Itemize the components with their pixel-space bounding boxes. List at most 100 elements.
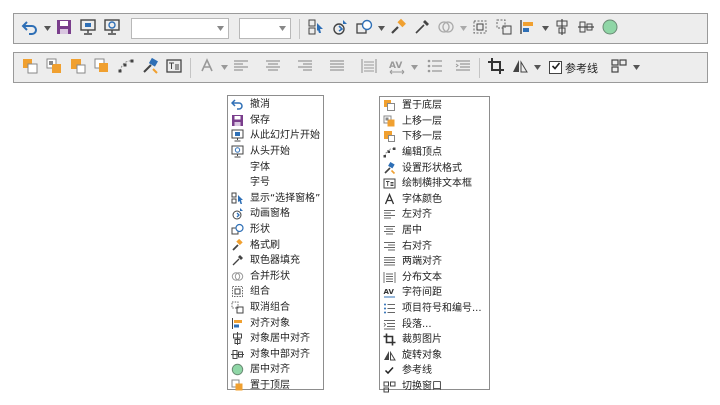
menu-item-bring-forward[interactable]: 上移一层 [380, 114, 489, 130]
distribute-text-button[interactable] [358, 57, 380, 79]
merge-shapes-dropdown[interactable] [459, 18, 467, 40]
align-center-button[interactable] [551, 18, 573, 40]
menu-item-font[interactable]: 字体 [228, 159, 323, 175]
animation-pane-button[interactable] [329, 18, 351, 40]
bullets-button[interactable] [424, 57, 446, 79]
selection-pane-button[interactable] [305, 18, 327, 40]
menu-item-distribute-text[interactable]: 分布文本 [380, 270, 489, 286]
menu-item-font-size[interactable]: 字号 [228, 175, 323, 191]
menu-item-font-color[interactable]: 字体颜色 [380, 192, 489, 208]
undo-button[interactable] [19, 18, 41, 40]
font-color-button[interactable] [196, 57, 218, 79]
menu-item-align-objects[interactable]: 对齐对象 [228, 315, 323, 331]
shapes-dropdown[interactable] [377, 18, 385, 40]
menu-item-text-box[interactable]: 绘制横排文本框 [380, 176, 489, 192]
menu-item-align-left[interactable]: 左对齐 [380, 207, 489, 223]
menu-item-shapes[interactable]: 形状 [228, 222, 323, 238]
menu-item-merge-shapes[interactable]: 合并形状 [228, 269, 323, 285]
guides-checkbox[interactable] [549, 61, 562, 74]
menu-item-align-center[interactable]: 对象居中对齐 [228, 331, 323, 347]
character-spacing-icon: AV [388, 57, 406, 78]
animation-pane-icon [331, 18, 349, 39]
font-color-dropdown[interactable] [220, 57, 228, 79]
format-painter-button[interactable] [387, 18, 409, 40]
menu-item-paragraph[interactable]: 段落... [380, 316, 489, 332]
menu-item-rotate[interactable]: 旋转对象 [380, 348, 489, 364]
menu-item-selection-pane[interactable]: 显示“选择窗格” [228, 191, 323, 207]
align-objects-button[interactable] [517, 18, 539, 40]
bring-to-front-button[interactable] [91, 57, 113, 79]
merge-shapes-button[interactable] [435, 18, 457, 40]
menu-item-switch-windows[interactable]: 切换窗口 [380, 379, 489, 395]
guides-toggle[interactable]: 参考线 [547, 57, 600, 79]
menu-item-send-backward[interactable]: 下移一层 [380, 129, 489, 145]
align-objects-dropdown[interactable] [541, 18, 549, 40]
menu-item-center-align[interactable]: 居中对齐 [228, 362, 323, 378]
shapes-button[interactable] [353, 18, 375, 40]
menu-item-crop[interactable]: 裁剪图片 [380, 332, 489, 348]
menu-item-slideshow-from-start[interactable]: 从头开始 [228, 144, 323, 160]
align-middle-button[interactable] [575, 18, 597, 40]
slideshow-from-current-icon [229, 128, 245, 143]
save-button[interactable] [53, 18, 75, 40]
align-objects-icon [519, 18, 537, 39]
font-size-combo[interactable] [239, 18, 291, 39]
toolbar-separator [299, 18, 300, 39]
rotate-button[interactable] [509, 57, 531, 79]
slideshow-from-start-button[interactable] [101, 18, 123, 40]
menu-item-align-right[interactable]: 右对齐 [380, 238, 489, 254]
menu-item-guides[interactable]: 参考线 [380, 363, 489, 379]
ungroup-button[interactable] [493, 18, 515, 40]
slideshow-from-start-icon [103, 18, 121, 39]
bring-forward-button[interactable] [43, 57, 65, 79]
menu-item-undo[interactable]: 撤消 [228, 97, 323, 113]
save-icon [55, 18, 73, 39]
toolbar-separator [479, 57, 480, 78]
align-text-center-icon [264, 57, 282, 78]
menu-item-bullets[interactable]: 项目符号和编号... [380, 301, 489, 317]
send-to-back-button[interactable] [19, 57, 41, 79]
slideshow-from-current-button[interactable] [77, 18, 99, 40]
align-left-button[interactable] [230, 57, 252, 79]
rotate-dropdown[interactable] [533, 57, 541, 79]
checkmark-icon [551, 61, 561, 74]
menu-item-format-shape[interactable]: 设置形状格式 [380, 160, 489, 176]
menu-item-send-to-back[interactable]: 置于底层 [380, 98, 489, 114]
menu-item-edit-points[interactable]: 编辑顶点 [380, 145, 489, 161]
menu-item-ungroup[interactable]: 取消组合 [228, 300, 323, 316]
character-spacing-button[interactable]: AV [386, 57, 408, 79]
group-button[interactable] [469, 18, 491, 40]
format-shape-button[interactable] [139, 57, 161, 79]
menu-item-align-text-center[interactable]: 居中 [380, 223, 489, 239]
crop-button[interactable] [485, 57, 507, 79]
menu-item-animation-pane[interactable]: 动画窗格 [228, 206, 323, 222]
chevron-down-icon [217, 23, 224, 34]
align-middle-icon [577, 18, 595, 39]
menu-item-format-painter[interactable]: 格式刷 [228, 237, 323, 253]
switch-windows-dropdown[interactable] [632, 57, 640, 79]
edit-points-button[interactable] [115, 57, 137, 79]
menu-item-save[interactable]: 保存 [228, 113, 323, 129]
menu-item-character-spacing[interactable]: AV 字符间距 [380, 285, 489, 301]
text-box-button[interactable] [163, 57, 185, 79]
font-name-combo[interactable] [131, 18, 229, 39]
menu-item-justify[interactable]: 两端对齐 [380, 254, 489, 270]
align-text-center-button[interactable] [262, 57, 284, 79]
paragraph-button[interactable] [452, 57, 474, 79]
menu-item-slideshow-from-current[interactable]: 从此幻灯片开始 [228, 128, 323, 144]
menu-item-bring-to-front[interactable]: 置于顶层 [228, 378, 323, 394]
switch-windows-button[interactable] [608, 57, 630, 79]
edit-points-icon [117, 57, 135, 78]
align-right-button[interactable] [294, 57, 316, 79]
send-backward-button[interactable] [67, 57, 89, 79]
eyedropper-button[interactable] [411, 18, 433, 40]
menu-item-group[interactable]: 组合 [228, 284, 323, 300]
character-spacing-dropdown[interactable] [410, 57, 418, 79]
undo-dropdown[interactable] [43, 18, 51, 40]
justify-icon [328, 57, 346, 78]
justify-button[interactable] [326, 57, 348, 79]
menu-item-eyedropper[interactable]: 取色器填充 [228, 253, 323, 269]
menu-item-align-middle[interactable]: 对象中部对齐 [228, 347, 323, 363]
bring-to-front-icon [93, 57, 111, 78]
center-align-button[interactable] [599, 18, 621, 40]
